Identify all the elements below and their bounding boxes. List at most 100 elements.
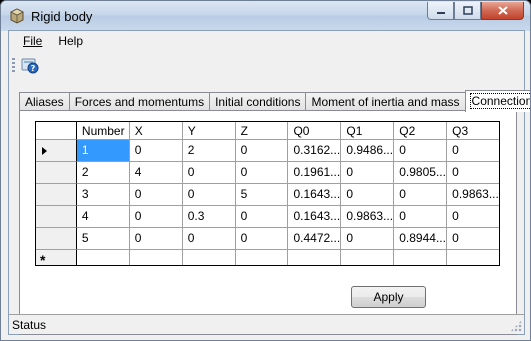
apply-button[interactable]: Apply — [351, 286, 426, 308]
table-cell[interactable]: 0.1643... — [288, 206, 342, 228]
row-pointer-icon — [42, 147, 47, 155]
table-cell[interactable] — [341, 250, 395, 265]
table-cell[interactable]: 0.8944... — [394, 228, 448, 250]
table-cell[interactable]: 0 — [341, 184, 395, 206]
table-cell[interactable]: 2 — [76, 162, 130, 184]
table-cell[interactable]: 4 — [129, 162, 183, 184]
column-header-q3[interactable]: Q3 — [447, 122, 499, 140]
column-header-q0[interactable]: Q0 — [288, 122, 342, 140]
row-header-corner[interactable] — [36, 122, 77, 140]
tab-moment-of-inertia[interactable]: Moment of inertia and mass — [305, 92, 466, 111]
cube-icon — [10, 8, 24, 24]
table-cell[interactable]: 0 — [447, 162, 499, 184]
tab-forces-and-momentums[interactable]: Forces and momentums — [68, 92, 211, 111]
row-header[interactable] — [36, 206, 77, 228]
table-cell[interactable] — [288, 250, 342, 265]
caption-buttons — [427, 2, 524, 20]
table-cell[interactable]: 0 — [394, 206, 448, 228]
table-cell[interactable]: 5 — [76, 228, 130, 250]
new-row-marker: * — [40, 252, 46, 266]
status-text: Status — [12, 318, 47, 332]
toolbar: ? — [9, 53, 524, 77]
client-area: File Help ? Aliases Forces and momentums… — [8, 30, 530, 335]
table-cell[interactable]: 0 — [447, 140, 499, 162]
table-cell[interactable]: 0.3162... — [288, 140, 342, 162]
table-cell[interactable]: 0 — [341, 228, 395, 250]
table-cell[interactable]: 0 — [341, 162, 395, 184]
grid-header-row: Number X Y Z Q0 Q1 Q2 Q3 — [36, 122, 499, 140]
maximize-button[interactable] — [454, 2, 481, 20]
table-cell[interactable] — [76, 250, 130, 265]
menu-help[interactable]: Help — [50, 31, 91, 53]
table-cell[interactable]: 0 — [235, 228, 289, 250]
table-cell[interactable]: 2 — [182, 140, 236, 162]
app-window: Rigid body File Help ? Aliases Forces an… — [0, 0, 531, 341]
table-row: 2 4 0 0 0.1961... 0 0.9805... 0 — [36, 162, 499, 184]
column-header-y[interactable]: Y — [182, 122, 236, 140]
table-cell[interactable]: 0.9486... — [341, 140, 395, 162]
new-row: * — [36, 250, 499, 266]
help-icon[interactable]: ? — [20, 56, 40, 74]
close-button[interactable] — [481, 2, 524, 20]
row-header[interactable]: * — [36, 250, 77, 266]
svg-text:?: ? — [31, 64, 36, 73]
close-icon — [497, 6, 508, 15]
table-row: 3 0 0 5 0.1643... 0 0 0.9863... — [36, 184, 499, 206]
table-cell[interactable]: 0 — [182, 162, 236, 184]
column-header-q1[interactable]: Q1 — [341, 122, 395, 140]
table-cell[interactable]: 0 — [182, 184, 236, 206]
table-cell[interactable]: 0 — [129, 140, 183, 162]
row-header[interactable] — [36, 162, 77, 184]
table-cell[interactable] — [447, 250, 499, 265]
table-cell[interactable] — [394, 250, 448, 265]
table-cell[interactable]: 0 — [447, 206, 499, 228]
table-cell[interactable]: 0 — [394, 140, 448, 162]
tab-connections[interactable]: Connections — [464, 90, 530, 112]
table-cell[interactable]: 0.1961... — [288, 162, 342, 184]
maximize-icon — [462, 6, 473, 15]
tab-initial-conditions[interactable]: Initial conditions — [209, 92, 307, 111]
table-cell[interactable] — [235, 250, 289, 265]
table-cell[interactable]: 0 — [129, 228, 183, 250]
size-grip[interactable] — [510, 320, 522, 332]
menu-bar: File Help — [9, 31, 524, 53]
table-cell[interactable]: 0.3 — [182, 206, 236, 228]
table-cell[interactable]: 0.9863... — [447, 184, 499, 206]
table-cell[interactable]: 0 — [235, 206, 289, 228]
table-cell[interactable]: 0 — [447, 228, 499, 250]
table-cell[interactable]: 0 — [394, 184, 448, 206]
menu-file[interactable]: File — [15, 31, 50, 53]
table-cell[interactable]: 4 — [76, 206, 130, 228]
column-header-q2[interactable]: Q2 — [394, 122, 448, 140]
table-cell[interactable]: 0.9863... — [341, 206, 395, 228]
connections-grid[interactable]: Number X Y Z Q0 Q1 Q2 Q3 1 0 2 0 0.3162.… — [35, 121, 500, 266]
table-cell[interactable]: 0.1643... — [288, 184, 342, 206]
status-bar: Status — [9, 314, 524, 334]
minimize-icon — [436, 11, 445, 14]
table-cell[interactable]: 3 — [76, 184, 130, 206]
connections-tab-page: Number X Y Z Q0 Q1 Q2 Q3 1 0 2 0 0.3162.… — [19, 110, 517, 335]
tab-strip: Aliases Forces and momentums Initial con… — [19, 90, 530, 112]
table-cell[interactable]: 0 — [129, 206, 183, 228]
table-cell[interactable]: 0.9805... — [394, 162, 448, 184]
minimize-button[interactable] — [427, 2, 454, 20]
column-header-number[interactable]: Number — [76, 122, 130, 140]
table-cell[interactable] — [182, 250, 236, 265]
table-cell[interactable]: 5 — [235, 184, 289, 206]
table-cell[interactable]: 0.4472... — [288, 228, 342, 250]
column-header-z[interactable]: Z — [235, 122, 289, 140]
table-cell[interactable]: 0 — [235, 162, 289, 184]
table-cell[interactable] — [129, 250, 183, 265]
tab-aliases[interactable]: Aliases — [19, 92, 70, 111]
row-header[interactable] — [36, 140, 77, 162]
table-cell[interactable]: 0 — [182, 228, 236, 250]
title-bar[interactable]: Rigid body — [1, 1, 530, 31]
column-header-x[interactable]: X — [129, 122, 183, 140]
row-header[interactable] — [36, 184, 77, 206]
table-cell[interactable]: 0 — [129, 184, 183, 206]
window-title: Rigid body — [31, 9, 93, 24]
table-cell[interactable]: 1 — [76, 140, 130, 162]
toolbar-grip[interactable] — [12, 58, 15, 72]
row-header[interactable] — [36, 228, 77, 250]
table-cell[interactable]: 0 — [235, 140, 289, 162]
